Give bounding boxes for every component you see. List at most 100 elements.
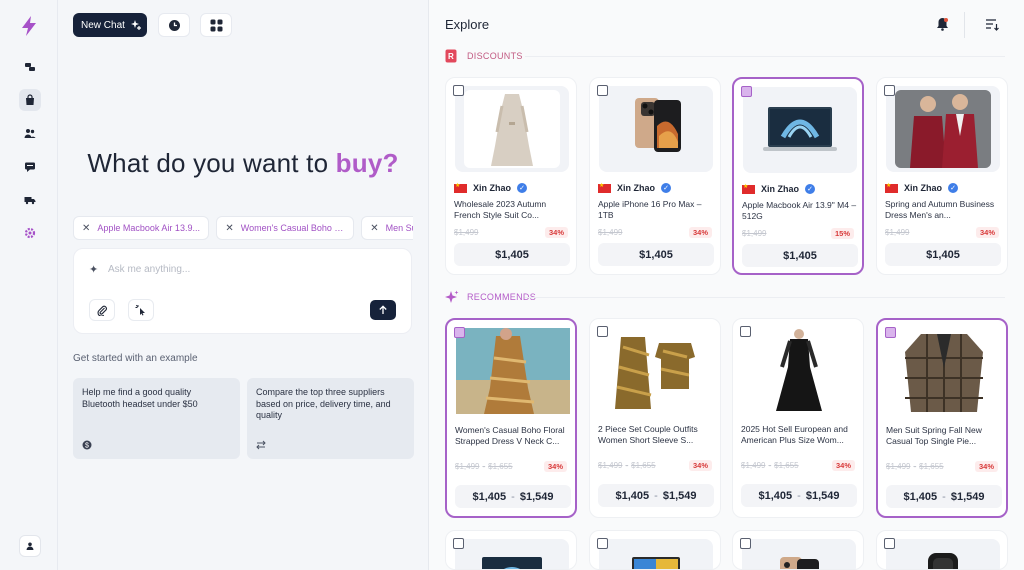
product-title[interactable]: Apple iPhone 16 Pro Max – 1TB — [598, 199, 714, 221]
messages-nav-icon[interactable] — [19, 156, 41, 178]
discount-badge: 34% — [544, 227, 568, 238]
truck-nav-icon[interactable] — [19, 189, 41, 211]
product-card[interactable]: Women's Casual Boho Floral Strapped Dres… — [445, 318, 577, 518]
svg-text:R: R — [448, 52, 454, 61]
product-title[interactable]: 2 Piece Set Couple Outfits Women Short S… — [598, 424, 714, 446]
history-button[interactable] — [158, 13, 190, 37]
selected-chip[interactable]: ✕ Men Suit Spring Fall New — [361, 216, 413, 240]
product-image[interactable] — [742, 327, 856, 413]
chip-label: Apple Macbook Air 13.9... — [97, 223, 200, 233]
price-range: $1,405- $1,549 — [886, 485, 1002, 508]
users-nav-icon[interactable] — [19, 122, 41, 144]
product-title[interactable]: Apple Macbook Air 13.9" M4 – 512G — [742, 200, 858, 222]
shop-bag-nav-icon[interactable] — [19, 89, 41, 111]
selected-chip[interactable]: ✕ Apple Macbook Air 13.9... — [73, 216, 209, 240]
cursor-click-icon — [135, 304, 145, 316]
example-prompt-card[interactable]: Help me find a good quality Bluetooth he… — [73, 378, 240, 459]
select-checkbox[interactable] — [884, 538, 895, 549]
product-card[interactable]: 2025 Hot Sell European and American Plus… — [732, 318, 864, 518]
toolbar-divider — [964, 12, 965, 38]
select-checkbox[interactable] — [453, 538, 464, 549]
select-checkbox[interactable] — [597, 326, 608, 337]
remove-chip-icon[interactable]: ✕ — [82, 223, 90, 234]
selected-items-chips: ✕ Apple Macbook Air 13.9... ✕ Women's Casu… — [73, 216, 413, 240]
selected-chip[interactable]: ✕ Women's Casual Boho Flor... — [216, 216, 354, 240]
lightning-logo-icon[interactable] — [19, 15, 39, 37]
discount-tag-icon: R — [445, 49, 457, 63]
attach-button[interactable] — [89, 299, 115, 321]
product-title[interactable]: Spring and Autumn Business Dress Men's a… — [885, 199, 1001, 221]
product-title[interactable]: 2025 Hot Sell European and American Plus… — [741, 424, 857, 446]
price-high: $1,549 — [805, 489, 840, 502]
product-card[interactable] — [445, 530, 577, 570]
click-select-button[interactable] — [128, 299, 154, 321]
user-avatar-icon[interactable] — [19, 535, 41, 557]
price-high: $1,549 — [950, 490, 985, 503]
verified-badge-icon: ✓ — [661, 183, 671, 193]
select-checkbox[interactable] — [885, 327, 896, 338]
select-checkbox[interactable] — [597, 538, 608, 549]
dollar-icon: $ — [82, 440, 92, 450]
grid-view-button[interactable] — [200, 13, 232, 37]
ask-input[interactable] — [108, 260, 388, 278]
settings-gear-nav-icon[interactable] — [19, 222, 41, 244]
original-price: $1,499 — [742, 229, 767, 238]
product-image[interactable] — [887, 328, 1001, 414]
price-range: $1,405- $1,549 — [455, 485, 571, 508]
product-title[interactable]: Women's Casual Boho Floral Strapped Dres… — [455, 425, 571, 447]
product-image[interactable] — [742, 539, 856, 569]
select-checkbox[interactable] — [454, 327, 465, 338]
example-prompt-card[interactable]: Compare the top three suppliers based on… — [247, 378, 414, 459]
product-card[interactable] — [732, 530, 864, 570]
example-prompt-text: Compare the top three suppliers based on… — [256, 387, 391, 420]
product-image[interactable] — [455, 86, 569, 172]
seller-info: Xin Zhao ✓ — [885, 182, 958, 193]
product-image[interactable] — [886, 539, 1000, 569]
product-card[interactable]: Xin Zhao ✓ Wholesale 2023 Autumn French St… — [445, 77, 577, 275]
discount-badge: 34% — [831, 460, 855, 471]
notifications-button[interactable] — [932, 14, 952, 34]
product-image[interactable] — [599, 539, 713, 569]
select-checkbox[interactable] — [741, 86, 752, 97]
seller-name: Xin Zhao — [904, 183, 942, 193]
product-card[interactable] — [876, 530, 1008, 570]
product-card[interactable]: Xin Zhao ✓ Spring and Autumn Business Dres… — [876, 77, 1008, 275]
product-image[interactable] — [599, 86, 713, 172]
chat-nav-icon[interactable] — [19, 56, 41, 78]
price-low: $1,405 — [758, 489, 793, 502]
product-image[interactable] — [743, 87, 857, 173]
product-image[interactable] — [455, 539, 569, 569]
discounts-label: DISCOUNTS — [467, 51, 523, 61]
select-checkbox[interactable] — [740, 326, 751, 337]
product-card[interactable]: Xin Zhao ✓ Apple Macbook Air 13.9" M4 – 51… — [732, 77, 864, 275]
remove-chip-icon[interactable]: ✕ — [225, 223, 233, 234]
sort-button[interactable] — [982, 14, 1002, 34]
select-checkbox[interactable] — [740, 538, 751, 549]
product-title[interactable]: Men Suit Spring Fall New Casual Top Sing… — [886, 425, 1002, 447]
select-checkbox[interactable] — [884, 85, 895, 96]
price-low: $1,405 — [472, 490, 507, 503]
select-checkbox[interactable] — [597, 85, 608, 96]
icon-rail — [0, 0, 58, 570]
example-prompt-text: Help me find a good quality Bluetooth he… — [82, 387, 198, 409]
product-card[interactable]: 2 Piece Set Couple Outfits Women Short S… — [589, 318, 721, 518]
product-image[interactable] — [599, 327, 713, 413]
product-title[interactable]: Wholesale 2023 Autumn French Style Suit … — [454, 199, 570, 221]
new-chat-button[interactable]: New Chat — [73, 13, 147, 37]
seller-name: Xin Zhao — [473, 183, 511, 193]
remove-chip-icon[interactable]: ✕ — [370, 223, 378, 234]
product-image[interactable] — [886, 86, 1000, 172]
original-price-low: $1,499 — [455, 462, 480, 471]
product-card[interactable]: Xin Zhao ✓ Apple iPhone 16 Pro Max – 1TB $1… — [589, 77, 721, 275]
discounts-section-header: R DISCOUNTS — [445, 48, 1005, 64]
price-value: $1,405 — [926, 248, 960, 261]
select-checkbox[interactable] — [453, 85, 464, 96]
discount-badge: 34% — [543, 461, 567, 472]
product-image[interactable] — [456, 328, 570, 414]
china-flag-icon — [598, 182, 611, 193]
section-divider — [525, 56, 1005, 57]
product-card[interactable]: Men Suit Spring Fall New Casual Top Sing… — [876, 318, 1008, 518]
product-card[interactable] — [589, 530, 721, 570]
send-button[interactable] — [370, 300, 396, 320]
original-price-range: $1,499- $1,655 — [886, 462, 944, 471]
